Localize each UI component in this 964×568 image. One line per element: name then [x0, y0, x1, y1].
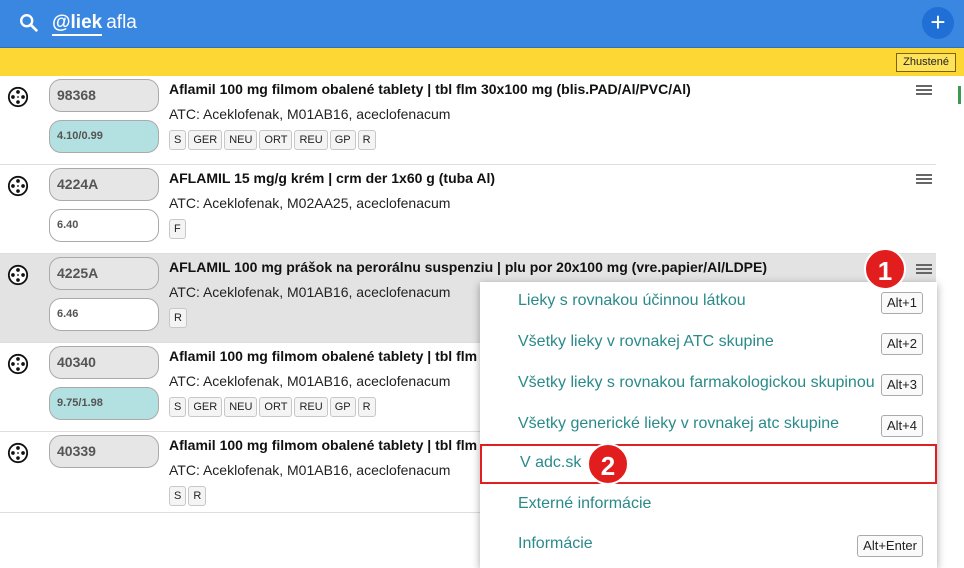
hamburger-menu-icon[interactable]	[916, 264, 932, 276]
product-title[interactable]: AFLAMIL 15 mg/g krém | crm der 1x60 g (t…	[169, 170, 495, 186]
price: 6.40	[49, 209, 159, 242]
product-code: 40339	[49, 435, 159, 468]
price: 6.46	[49, 298, 159, 331]
product-title[interactable]: Aflamil 100 mg filmom obalené tablety | …	[169, 437, 477, 453]
tag: NEU	[224, 130, 258, 150]
side-panel	[938, 76, 964, 568]
row-context-menu: Lieky s rovnakou účinnou látkou Alt+1 Vš…	[480, 282, 937, 568]
film-reel-icon	[7, 442, 29, 464]
product-code: 98368	[49, 79, 159, 112]
product-title[interactable]: Aflamil 100 mg filmom obalené tablety | …	[169, 348, 477, 364]
tag: GER	[188, 397, 223, 417]
product-code: 4225A	[49, 257, 159, 290]
product-title[interactable]: AFLAMIL 100 mg prášok na perorálnu suspe…	[169, 259, 767, 275]
side-indicator	[958, 86, 961, 104]
film-reel-icon	[7, 353, 29, 375]
tag: S	[169, 130, 187, 150]
search-term: afla	[106, 12, 137, 33]
tag: R	[169, 308, 187, 328]
tag: S	[169, 397, 187, 417]
shortcut-badge: Alt+1	[881, 292, 923, 314]
price: 4.10/0.99	[49, 120, 159, 153]
product-title[interactable]: Aflamil 100 mg filmom obalené tablety | …	[169, 81, 691, 97]
filter-bar: Zhustené	[0, 48, 964, 76]
atc-info: ATC: Aceklofenak, M02AA25, aceclofenacum	[169, 195, 451, 211]
atc-info: ATC: Aceklofenak, M01AB16, aceclofenacum	[169, 373, 451, 389]
price: 9.75/1.98	[49, 387, 159, 420]
tag: GER	[188, 130, 223, 150]
step-callout-2: 2	[587, 443, 629, 485]
tag: ORT	[259, 130, 293, 150]
tag-list: F	[169, 219, 186, 239]
hamburger-menu-icon[interactable]	[916, 85, 932, 97]
menu-item-external-info[interactable]: Externé informácie	[480, 485, 937, 525]
product-code: 40340	[49, 346, 159, 379]
add-button[interactable]: +	[922, 7, 954, 39]
tag: GP	[329, 397, 356, 417]
tag: R	[188, 486, 207, 506]
tag-list: S GER NEU ORT REU GP R	[169, 397, 376, 417]
compact-mode-button[interactable]: Zhustené	[896, 53, 956, 72]
film-reel-icon	[7, 264, 29, 286]
atc-info: ATC: Aceklofenak, M01AB16, aceclofenacum	[169, 462, 451, 478]
table-row[interactable]: 98368 4.10/0.99 Aflamil 100 mg filmom ob…	[0, 76, 936, 165]
tag: ORT	[259, 397, 293, 417]
step-callout-1: 1	[864, 248, 906, 290]
tag: F	[169, 219, 186, 239]
tag: S	[169, 486, 187, 506]
menu-item-info[interactable]: Informácie Alt+Enter	[480, 525, 937, 565]
search-icon[interactable]	[18, 12, 40, 34]
search-prefix: @liek	[52, 12, 103, 36]
hamburger-menu-icon[interactable]	[916, 174, 932, 186]
shortcut-badge: Alt+4	[881, 415, 923, 437]
menu-item-same-pharmacological-group[interactable]: Všetky lieky s rovnakou farmakologickou …	[480, 364, 937, 404]
tag: REU	[294, 397, 328, 417]
menu-item-adc-sk[interactable]: V adc.sk	[480, 444, 937, 484]
tag: R	[357, 397, 376, 417]
tag: NEU	[224, 397, 258, 417]
tag-list: R	[169, 308, 187, 328]
film-reel-icon	[7, 175, 29, 197]
shortcut-badge: Alt+2	[881, 333, 923, 355]
app-header: @liek afla +	[0, 0, 964, 48]
tag: GP	[329, 130, 356, 150]
atc-info: ATC: Aceklofenak, M01AB16, aceclofenacum	[169, 284, 451, 300]
tag-list: S R	[169, 486, 207, 506]
product-code: 4224A	[49, 168, 159, 201]
table-row[interactable]: 4224A 6.40 AFLAMIL 15 mg/g krém | crm de…	[0, 165, 936, 254]
tag: REU	[294, 130, 328, 150]
film-reel-icon	[7, 86, 29, 108]
tag-list: S GER NEU ORT REU GP R	[169, 130, 376, 150]
shortcut-badge: Alt+3	[881, 374, 923, 396]
menu-item-same-substance[interactable]: Lieky s rovnakou účinnou látkou Alt+1	[480, 282, 937, 322]
menu-item-generics-atc[interactable]: Všetky generické lieky v rovnakej atc sk…	[480, 405, 937, 445]
tag: R	[357, 130, 376, 150]
menu-item-same-atc-group[interactable]: Všetky lieky v rovnakej ATC skupine Alt+…	[480, 323, 937, 363]
shortcut-badge: Alt+Enter	[857, 535, 923, 557]
search-query[interactable]: @liek afla	[52, 12, 137, 36]
atc-info: ATC: Aceklofenak, M01AB16, aceclofenacum	[169, 106, 451, 122]
